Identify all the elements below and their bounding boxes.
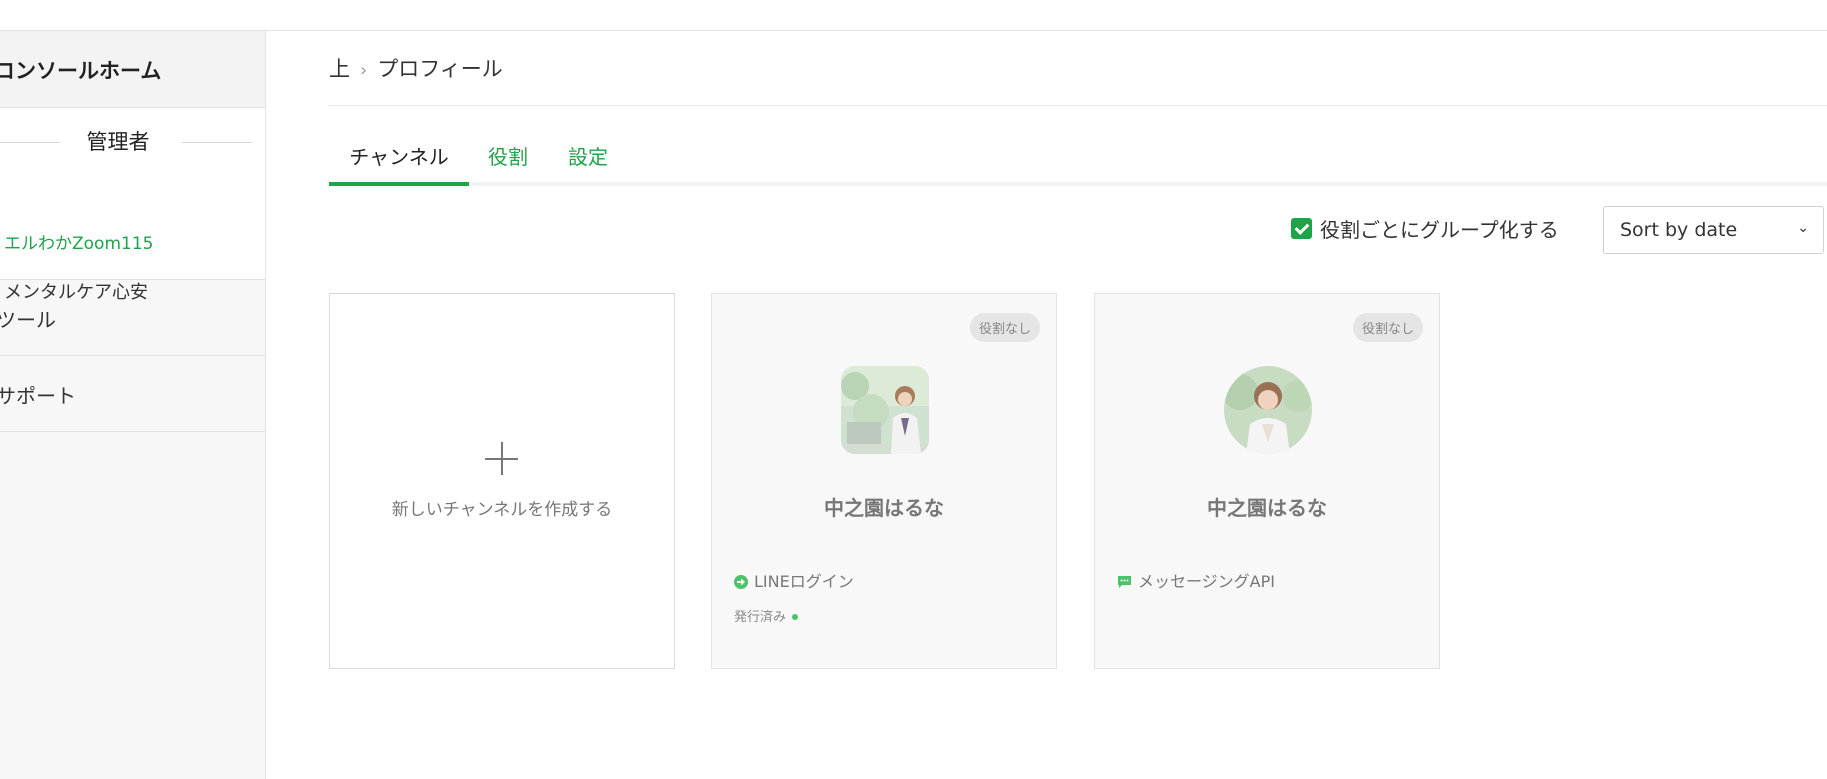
breadcrumb: 上 › プロフィール: [329, 53, 503, 83]
sidebar: コンソールホーム 管理者 エルわかZoom115 メンタルケア心安 ツール サポ…: [0, 31, 266, 779]
tabs-underline-track: [329, 182, 1827, 186]
channel-card-line-login[interactable]: 役割なし 中之園はるな LINEログイン 発行済み: [711, 293, 1057, 669]
channel-type: LINEログイン: [734, 568, 854, 593]
sidebar-item-support[interactable]: サポート: [0, 356, 265, 432]
chevron-down-icon: ⌄: [1797, 220, 1809, 236]
divider: [0, 142, 60, 143]
channel-type-label: LINEログイン: [754, 572, 854, 591]
sidebar-console-home-label: コンソールホーム: [0, 59, 162, 83]
main-content: 上 › プロフィール チャンネル 役割 設定 役割ごとにグループ化する Sort b…: [266, 31, 1827, 779]
channel-name: 中之園はるな: [824, 496, 944, 520]
divider: [329, 105, 1827, 106]
breadcrumb-root[interactable]: 上: [329, 57, 350, 81]
plus-icon: [485, 442, 518, 475]
group-by-role-toggle[interactable]: 役割ごとにグループ化する: [1291, 214, 1559, 243]
group-by-role-label: 役割ごとにグループ化する: [1320, 218, 1559, 242]
role-badge: 役割なし: [969, 313, 1040, 342]
sort-select[interactable]: Sort by date ⌄: [1603, 206, 1824, 254]
sidebar-item-channel-mentalcare[interactable]: メンタルケア心安: [4, 278, 148, 304]
status-dot-icon: [792, 614, 799, 620]
sort-select-value: Sort by date: [1620, 219, 1738, 241]
tab-settings[interactable]: 設定: [568, 107, 608, 186]
channel-card-messaging-api[interactable]: 役割なし 中之園はるな メッセージングAPI: [1094, 293, 1440, 669]
channel-status-label: 発行済み: [734, 610, 787, 625]
top-bar: [0, 0, 1827, 31]
tab-channels[interactable]: チャンネル: [329, 107, 469, 186]
admin-section-title: 管理者: [76, 126, 160, 156]
channel-name: 中之園はるな: [1207, 496, 1327, 520]
tab-roles[interactable]: 役割: [488, 107, 528, 186]
breadcrumb-current: プロフィール: [377, 57, 503, 81]
create-channel-card[interactable]: 新しいチャンネルを作成する: [329, 293, 675, 669]
avatar: [1224, 366, 1312, 454]
login-arrow-icon: [734, 574, 748, 593]
chevron-right-icon: ›: [360, 60, 368, 81]
admin-section-header: 管理者: [0, 126, 266, 156]
sidebar-admin-section: 管理者 エルわかZoom115 メンタルケア心安: [0, 108, 266, 303]
avatar: [841, 366, 929, 454]
sidebar-item-label: ツール: [0, 308, 56, 332]
create-channel-label: 新しいチャンネルを作成する: [391, 500, 613, 520]
group-by-role-checkbox[interactable]: [1291, 218, 1312, 239]
channel-status: 発行済み: [734, 606, 799, 625]
role-badge: 役割なし: [1352, 313, 1423, 342]
channel-type-label: メッセージングAPI: [1138, 572, 1275, 591]
sidebar-console-home[interactable]: コンソールホーム: [0, 31, 265, 108]
sidebar-item-label: サポート: [0, 384, 76, 408]
chat-bubble-icon: [1117, 574, 1132, 593]
sidebar-item-channel-elwaka[interactable]: エルわかZoom115: [4, 229, 153, 254]
divider: [182, 142, 252, 143]
channel-type: メッセージングAPI: [1117, 568, 1275, 593]
